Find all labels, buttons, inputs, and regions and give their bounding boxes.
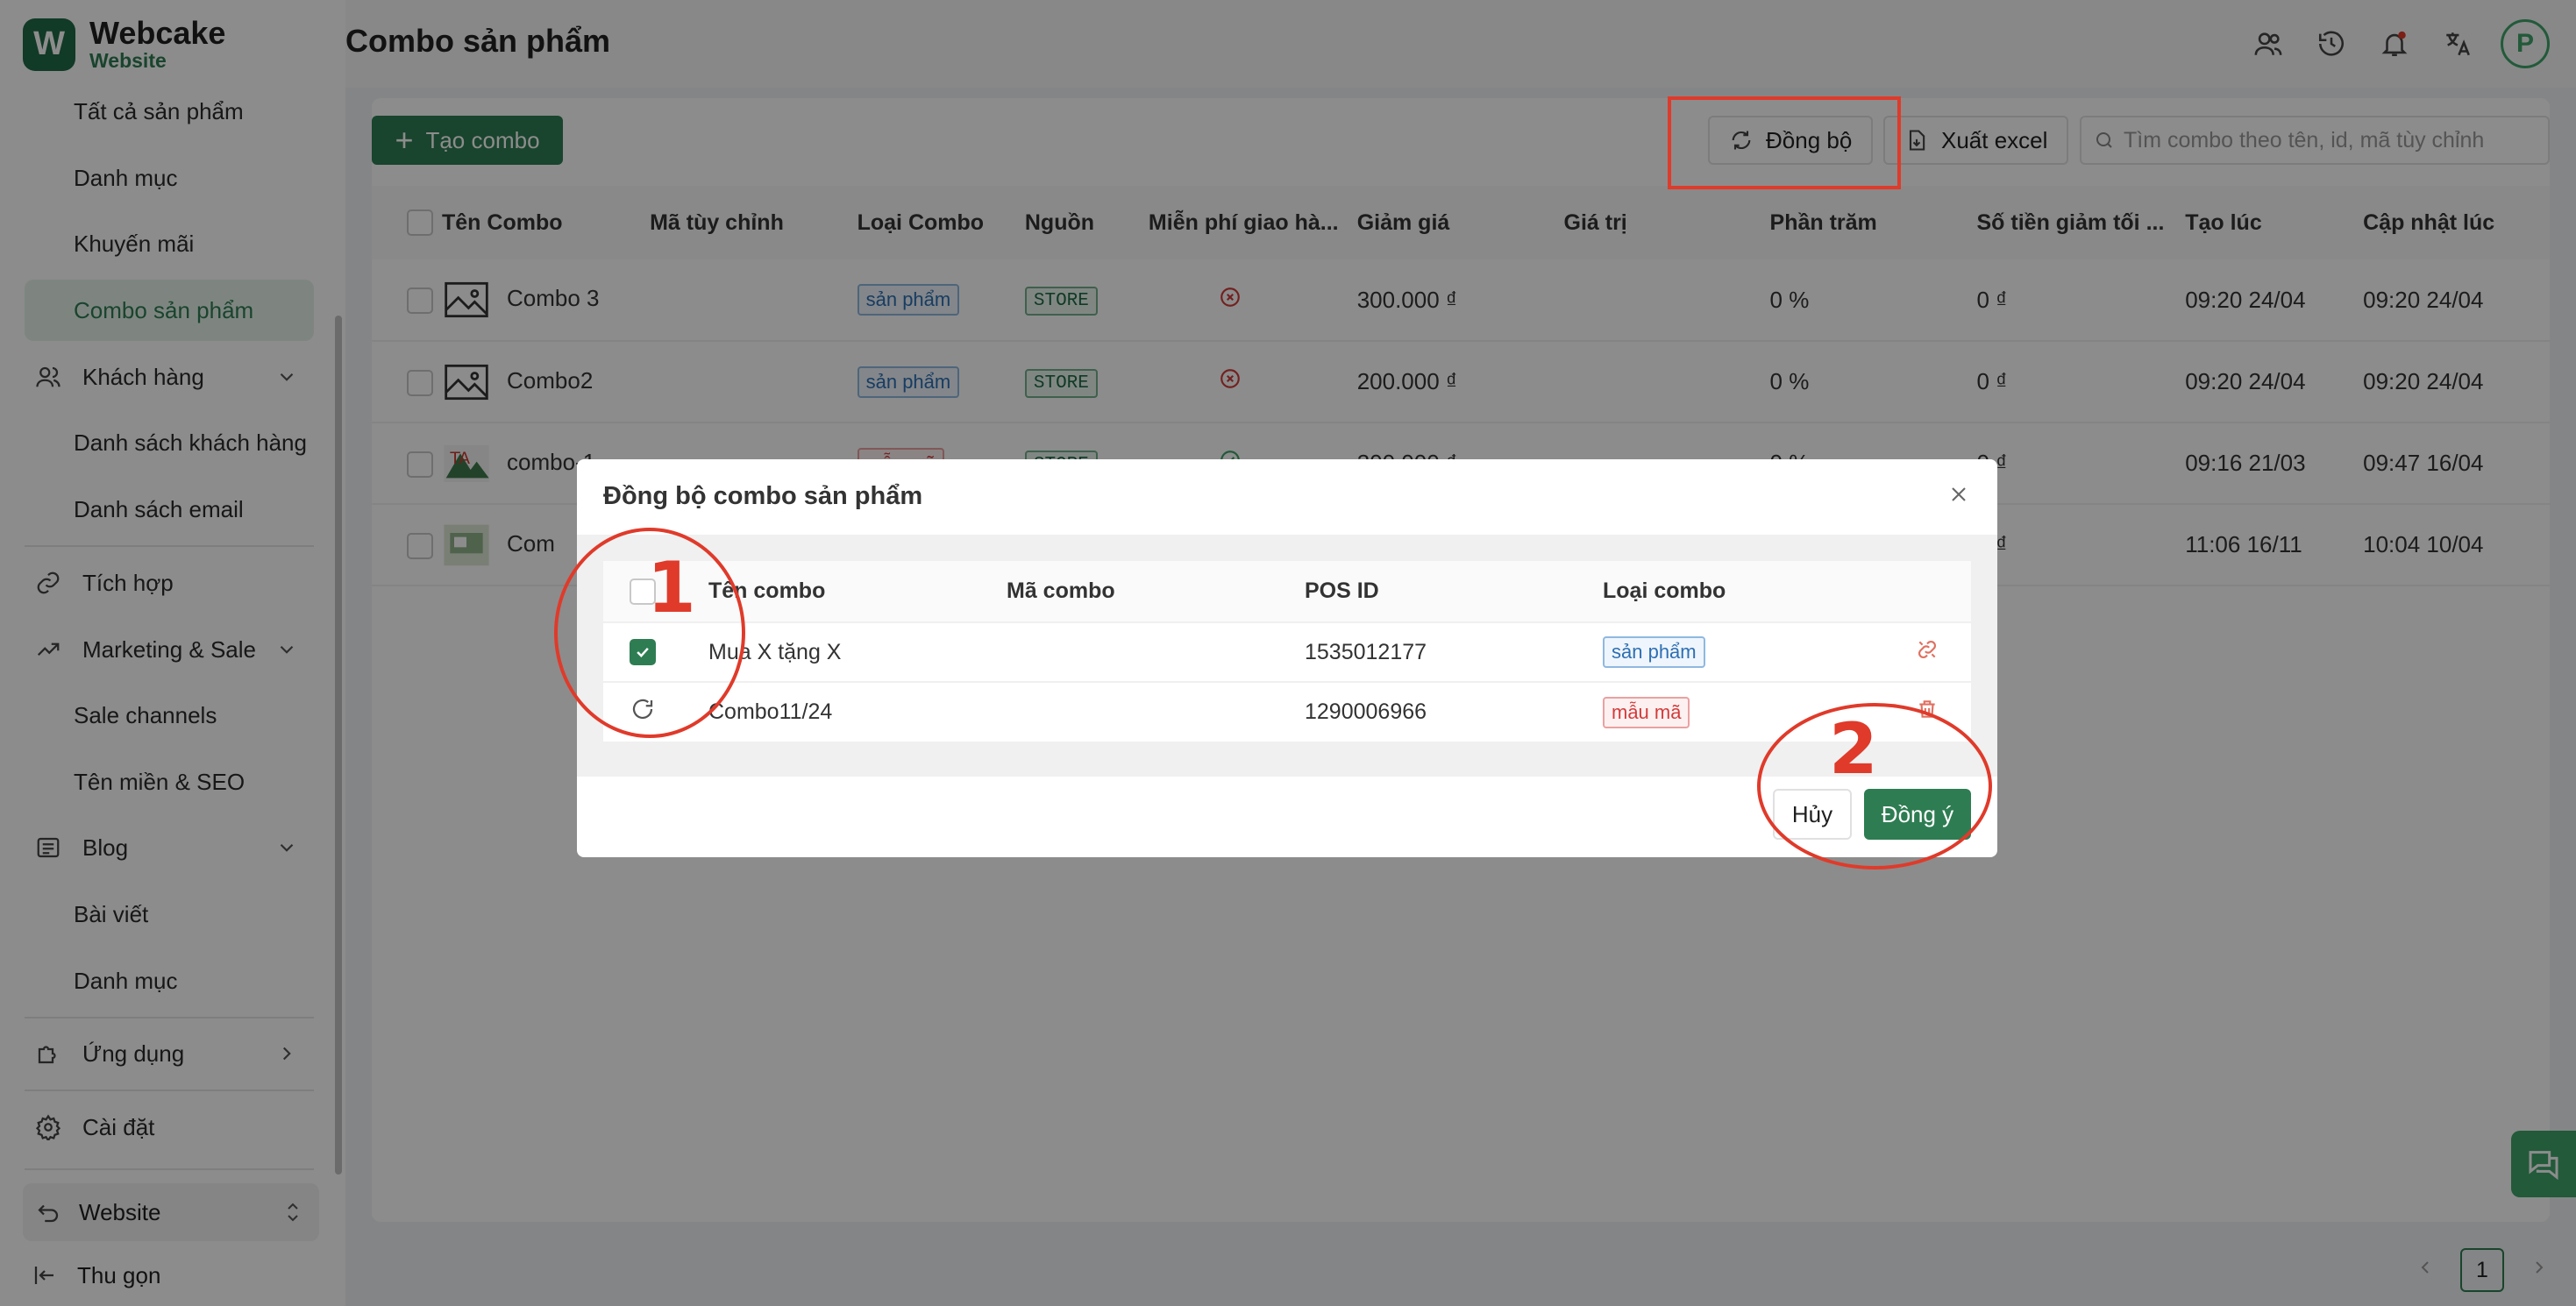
pos-id: 1535012177	[1305, 621, 1603, 682]
table-row[interactable]: Combo11/24 1290006966 mẫu mã	[603, 681, 1971, 742]
modal-title: Đồng bộ combo sản phẩm	[603, 482, 923, 510]
combo-code	[1007, 681, 1305, 742]
sync-combo-table: Tên combo Mã combo POS ID Loại combo Mua…	[603, 561, 1971, 742]
annotation-highlight-sync	[1668, 96, 1901, 189]
column-header: POS ID	[1305, 561, 1603, 622]
table-row[interactable]: Mua X tặng X 1535012177 sản phẩm	[603, 621, 1971, 682]
combo-name: Combo11/24	[708, 681, 1007, 742]
annotation-number-1: 1	[647, 547, 696, 628]
column-header: Loại combo	[1603, 561, 1883, 622]
table-header: Tên combo Mã combo POS ID Loại combo	[603, 561, 1971, 622]
combo-type-tag: mẫu mã	[1603, 696, 1690, 728]
unlink-icon[interactable]	[1916, 640, 1939, 666]
annotation-number-2: 2	[1829, 708, 1878, 790]
combo-code	[1007, 621, 1305, 682]
combo-type-tag: sản phẩm	[1603, 636, 1705, 668]
combo-name: Mua X tặng X	[708, 621, 1007, 682]
column-header: Mã combo	[1007, 561, 1305, 622]
pos-id: 1290006966	[1305, 681, 1603, 742]
column-header: Tên combo	[708, 561, 1007, 622]
close-icon[interactable]	[1946, 482, 1973, 508]
